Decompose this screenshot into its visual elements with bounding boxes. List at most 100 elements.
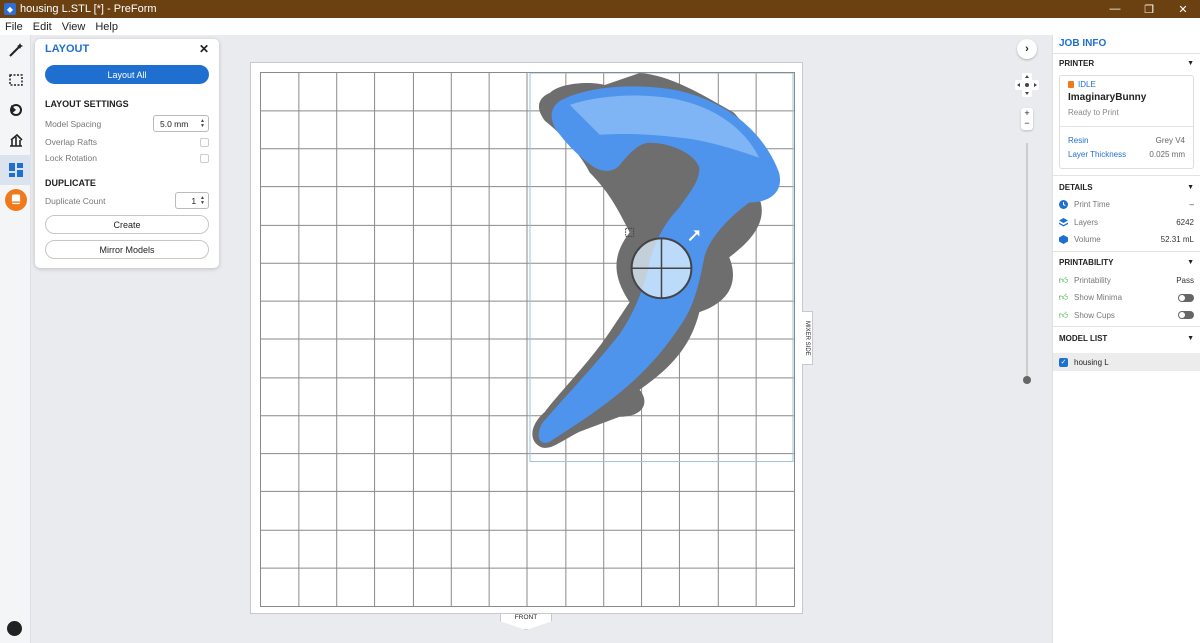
overlap-rafts-label: Overlap Rafts xyxy=(45,137,97,147)
printer-section-title: PRINTER xyxy=(1059,58,1095,68)
model-spacing-label: Model Spacing xyxy=(45,118,102,129)
printer-card[interactable]: IDLE ImaginaryBunny Ready to Print Resin… xyxy=(1059,75,1194,169)
model-list-item[interactable]: ✓ housing L xyxy=(1053,353,1200,371)
model-spacing-stepper[interactable]: 5.0 mm ▲ ▼ xyxy=(153,115,209,132)
mirror-models-button[interactable]: Mirror Models xyxy=(45,240,209,259)
printer-status-icon xyxy=(1068,81,1074,88)
expand-panel-button[interactable]: › xyxy=(1017,39,1037,59)
show-minima-toggle[interactable] xyxy=(1178,293,1194,302)
lock-rotation-label: Lock Rotation xyxy=(45,153,97,163)
layout-settings-heading: LAYOUT SETTINGS xyxy=(45,99,129,109)
show-minima-row: 👍︎ Show Minima xyxy=(1053,289,1200,307)
magic-wand-icon xyxy=(8,43,23,57)
printer-state: Ready to Print xyxy=(1068,108,1119,117)
orientation-tool[interactable] xyxy=(0,95,31,125)
create-button[interactable]: Create xyxy=(45,215,209,234)
orientation-icon xyxy=(9,104,22,116)
view-navigation-pad-icon[interactable] xyxy=(1013,73,1041,97)
volume-row: Volume 52.31 mL xyxy=(1053,231,1200,249)
volume-icon xyxy=(1059,235,1068,245)
chevron-down-icon: ▼ xyxy=(1187,259,1194,266)
chevron-down-icon: ▼ xyxy=(1187,59,1194,67)
details-section-header[interactable]: DETAILS ▼ xyxy=(1053,178,1200,196)
menu-edit[interactable]: Edit xyxy=(28,21,57,33)
supports-tool[interactable] xyxy=(0,125,31,155)
overlap-rafts-row: Overlap Rafts xyxy=(45,137,209,147)
printability-value: Pass xyxy=(1176,275,1194,285)
layers-label: Layers xyxy=(1074,217,1099,227)
thumbs-up-icon: 👍︎ xyxy=(1058,309,1069,320)
layers-icon xyxy=(1059,217,1068,227)
print-tool[interactable] xyxy=(0,185,31,215)
printability-section-title: PRINTABILITY xyxy=(1059,258,1114,267)
chevron-down-icon: ▼ xyxy=(1187,183,1194,191)
lock-rotation-checkbox[interactable] xyxy=(200,153,209,163)
volume-value: 52.31 mL xyxy=(1160,235,1194,245)
details-section-title: DETAILS xyxy=(1059,182,1093,192)
menu-bar: File Edit View Help xyxy=(0,18,1200,35)
volume-label: Volume xyxy=(1074,235,1101,245)
title-bar: ◆ housing L.STL [*] - PreForm — ❐ ✕ xyxy=(0,0,1200,18)
build-grid xyxy=(260,72,795,607)
layout-panel-title: LAYOUT xyxy=(45,43,90,55)
model-list-section-header[interactable]: MODEL LIST ▼ xyxy=(1053,329,1200,347)
printer-name: ImaginaryBunny xyxy=(1068,92,1147,103)
account-avatar-icon[interactable] xyxy=(7,621,22,636)
layers-value: 6242 xyxy=(1176,217,1194,227)
printability-row: 👍︎ Printability Pass xyxy=(1053,272,1200,290)
close-window-button[interactable]: ✕ xyxy=(1166,0,1200,18)
show-cups-row: 👍︎ Show Cups xyxy=(1053,307,1200,325)
thumbs-up-icon: 👍︎ xyxy=(1058,274,1069,285)
supports-icon xyxy=(9,133,23,147)
zoom-out-button[interactable]: − xyxy=(1021,118,1033,128)
magic-wand-tool[interactable] xyxy=(0,35,31,65)
overlap-rafts-checkbox[interactable] xyxy=(200,137,209,147)
build-platform[interactable] xyxy=(250,62,803,614)
close-panel-icon[interactable]: ✕ xyxy=(199,42,209,56)
duplicate-heading: DUPLICATE xyxy=(45,178,96,188)
model-list-section-title: MODEL LIST xyxy=(1059,333,1108,343)
chevron-down-icon: ▼ xyxy=(1187,334,1194,342)
mixer-side-tab: MIXER SIDE xyxy=(802,311,813,365)
minimize-button[interactable]: — xyxy=(1098,0,1132,18)
show-minima-label: Show Minima xyxy=(1074,293,1123,303)
printability-label: Printability xyxy=(1074,275,1111,285)
layers-row: Layers 6242 xyxy=(1053,214,1200,232)
left-toolbar xyxy=(0,35,31,643)
printability-section-header[interactable]: PRINTABILITY ▼ xyxy=(1053,254,1200,272)
duplicate-count-stepper[interactable]: 1 ▲ ▼ xyxy=(175,192,209,209)
resin-label: Resin xyxy=(1068,135,1089,145)
zoom-control: + − xyxy=(1021,108,1033,130)
layer-thickness-value: 0.025 mm xyxy=(1149,149,1185,159)
layer-thickness-row[interactable]: Layer Thickness 0.025 mm xyxy=(1060,147,1193,161)
model-name: housing L xyxy=(1074,357,1109,367)
lock-rotation-row: Lock Rotation xyxy=(45,153,209,163)
job-info-title: JOB INFO xyxy=(1053,35,1200,54)
layer-slider-handle[interactable] xyxy=(1023,376,1031,384)
print-printer-icon xyxy=(4,189,27,211)
front-side-tab: FRONT xyxy=(500,614,552,630)
rotation-gizmo[interactable] xyxy=(630,237,693,300)
menu-help[interactable]: Help xyxy=(90,21,123,33)
print-time-value: – xyxy=(1189,200,1194,210)
model-checkbox[interactable]: ✓ xyxy=(1059,357,1068,367)
resin-value: Grey V4 xyxy=(1155,135,1185,145)
stepper-arrows-icon[interactable]: ▲ ▼ xyxy=(200,195,205,206)
model-spacing-row: Model Spacing 5.0 mm ▲ ▼ xyxy=(45,115,209,132)
resin-row[interactable]: Resin Grey V4 xyxy=(1060,133,1193,147)
layout-tool[interactable] xyxy=(0,155,31,185)
maximize-button[interactable]: ❐ xyxy=(1132,0,1166,18)
layout-all-button[interactable]: Layout All xyxy=(45,65,209,84)
layer-slider-track[interactable] xyxy=(1026,143,1028,380)
printer-section-header[interactable]: PRINTER ▼ xyxy=(1053,54,1200,72)
selection-icon xyxy=(8,74,23,86)
model-spacing-value: 5.0 mm xyxy=(160,118,189,129)
select-tool[interactable] xyxy=(0,65,31,95)
menu-file[interactable]: File xyxy=(0,21,28,33)
stepper-arrows-icon[interactable]: ▲ ▼ xyxy=(200,118,205,129)
menu-view[interactable]: View xyxy=(57,21,91,33)
duplicate-count-row: Duplicate Count 1 ▲ ▼ xyxy=(45,192,209,209)
layout-panel: LAYOUT ✕ Layout All LAYOUT SETTINGS Mode… xyxy=(35,39,219,268)
show-cups-toggle[interactable] xyxy=(1178,311,1194,320)
zoom-in-button[interactable]: + xyxy=(1021,108,1033,118)
